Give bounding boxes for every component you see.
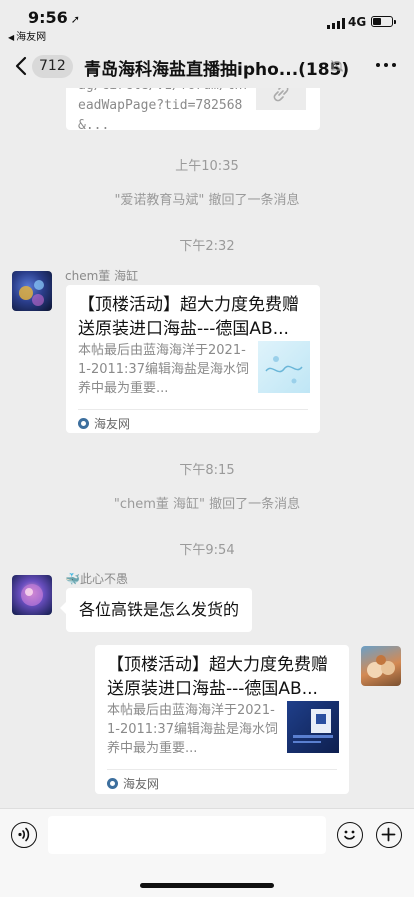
- avatar[interactable]: [12, 575, 52, 615]
- link-card-thumbnail: [258, 341, 310, 393]
- back-to-app-link[interactable]: ◀ 海友网: [8, 28, 46, 43]
- chat-title: 青岛海科海盐直播抽ipho...(185): [84, 60, 350, 80]
- link-card-description: 本帖最后由蓝海海洋于2021-1-2011:37编辑海盐是海水饲养中最为重要..…: [78, 343, 249, 396]
- chat-header: 712 青岛海科海盐直播抽ipho...(185): [0, 44, 414, 88]
- link-card-description: 本帖最后由蓝海海洋于2021-1-2011:37编辑海盐是海水饲养中最为重要..…: [107, 703, 278, 756]
- sender-name-text: 此心不愚: [79, 572, 128, 586]
- message-bubble[interactable]: 各位高铁是怎么发货的: [59, 588, 253, 632]
- cellular-signal-icon: [327, 18, 345, 29]
- link-card-source: 海友网: [107, 775, 159, 792]
- battery-icon: [371, 16, 396, 27]
- link-card-title: 【顶楼活动】超大力度免费赠送原装进口海盐---德国AB...: [107, 655, 328, 699]
- emoji-button[interactable]: [337, 822, 363, 848]
- back-triangle-icon: ◀: [8, 33, 15, 42]
- location-arrow-icon: ➚: [70, 13, 81, 26]
- voice-button[interactable]: [11, 822, 37, 848]
- plus-icon: [381, 827, 396, 842]
- link-card[interactable]: 【顶楼活动】超大力度免费赠送原装进口海盐---德国AB... 本帖最后由蓝海海洋…: [66, 285, 320, 433]
- source-name: 海友网: [94, 417, 131, 431]
- recall-notice: "chem董 海缸" 撤回了一条消息: [113, 497, 301, 512]
- network-type: 4G: [348, 15, 367, 29]
- link-card-source: 海友网: [78, 415, 130, 432]
- status-time-text: 9:56: [28, 8, 68, 27]
- more-options-button[interactable]: [376, 63, 396, 67]
- recall-notice: "爱诺教育马斌" 撤回了一条消息: [114, 193, 300, 208]
- message-input-bar: [0, 808, 414, 897]
- status-time: 9:56 ➚: [28, 8, 80, 27]
- divider: [107, 769, 337, 770]
- source-logo-icon: [107, 778, 118, 789]
- unread-count-badge[interactable]: 712: [32, 55, 73, 78]
- status-bar: 9:56 ➚ ◀ 海友网 4G: [0, 0, 414, 44]
- sender-name: 🐳此心不愚: [65, 570, 128, 587]
- link-card-title: 【顶楼活动】超大力度免费赠送原装进口海盐---德国AB...: [78, 295, 299, 339]
- avatar[interactable]: [361, 646, 401, 686]
- link-url-text: ag/circle/v1/forum/threadWapPage?tid=782…: [78, 88, 250, 133]
- timestamp: 下午2:32: [179, 239, 235, 254]
- bell-off-icon: [330, 60, 344, 72]
- link-card[interactable]: 【顶楼活动】超大力度免费赠送原装进口海盐---德国AB... 本帖最后由蓝海海洋…: [95, 645, 349, 794]
- link-card-partial[interactable]: ag/circle/v1/forum/threadWapPage?tid=782…: [66, 88, 320, 133]
- sender-name: chem董 海缸: [65, 269, 139, 283]
- chevron-left-icon[interactable]: [14, 56, 28, 76]
- link-icon: [273, 88, 289, 102]
- message-input[interactable]: [48, 816, 326, 854]
- link-card-thumbnail: [287, 701, 339, 753]
- timestamp: 下午8:15: [179, 463, 235, 478]
- source-name: 海友网: [123, 777, 160, 791]
- link-thumbnail: [256, 88, 306, 110]
- back-app-label: 海友网: [16, 32, 47, 43]
- more-functions-button[interactable]: [376, 822, 402, 848]
- divider: [78, 409, 308, 410]
- avatar[interactable]: [12, 271, 52, 311]
- whale-icon: 🐳: [65, 572, 80, 586]
- timestamp: 下午9:54: [179, 543, 235, 558]
- emoji-icon: [344, 830, 355, 840]
- home-indicator[interactable]: [140, 883, 274, 888]
- source-logo-icon: [78, 418, 89, 429]
- chat-message-list[interactable]: ag/circle/v1/forum/threadWapPage?tid=782…: [0, 88, 414, 808]
- ellipsis-icon: [376, 63, 380, 67]
- voice-icon: [18, 827, 30, 842]
- timestamp: 上午10:35: [175, 159, 239, 174]
